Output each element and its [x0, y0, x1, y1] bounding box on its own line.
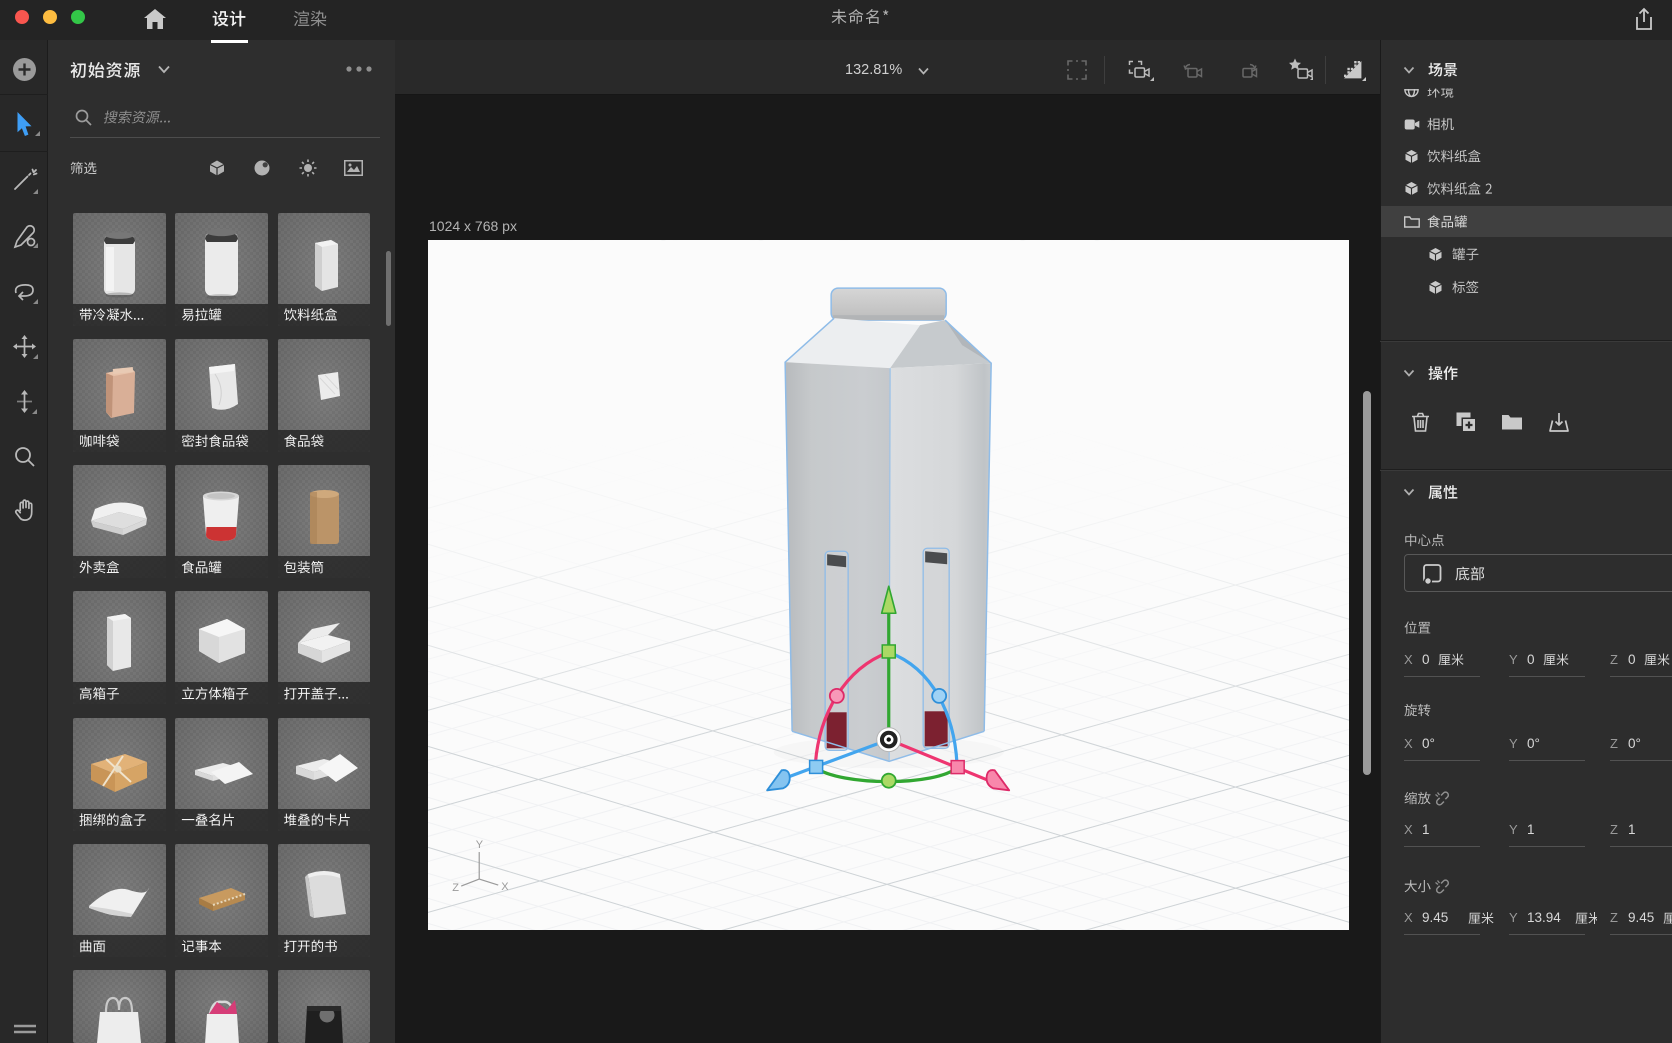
svg-text:Z: Z [452, 882, 459, 894]
svg-text:X: X [501, 881, 509, 893]
svg-text:Y: Y [476, 839, 484, 851]
